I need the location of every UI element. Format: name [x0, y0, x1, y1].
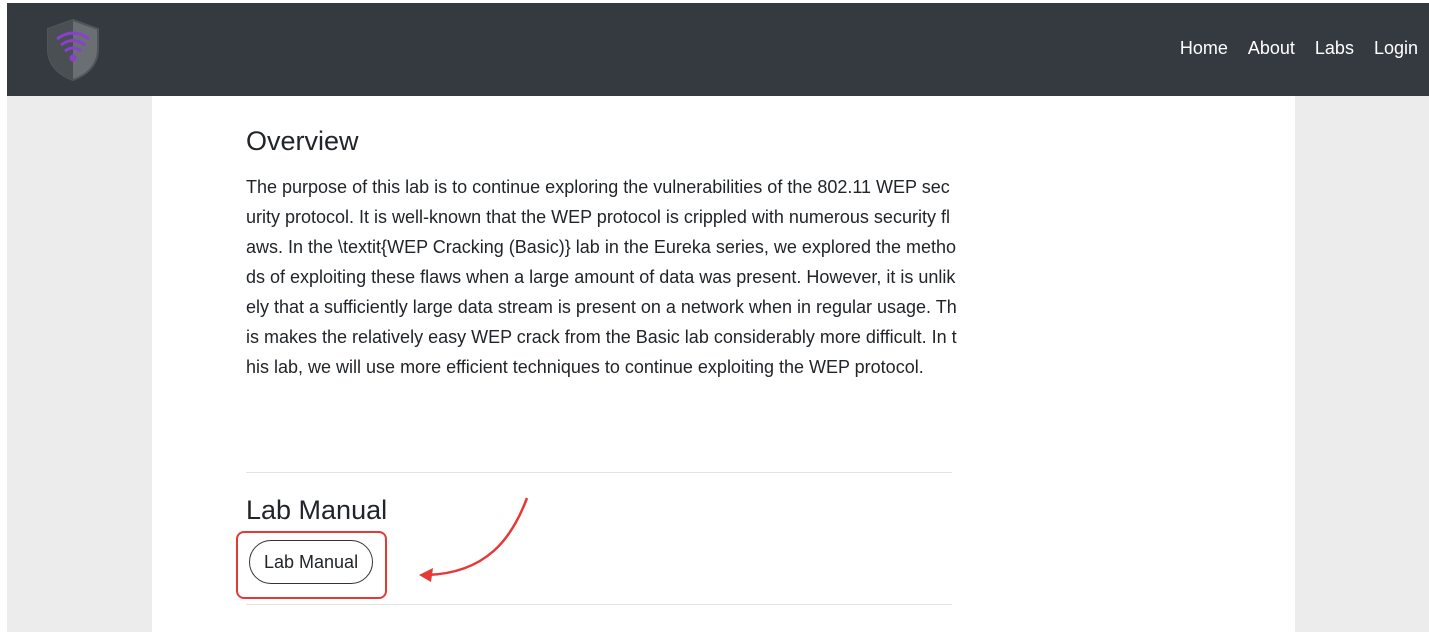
- nav-link-login[interactable]: Login: [1374, 38, 1418, 59]
- nav-link-home[interactable]: Home: [1180, 38, 1228, 59]
- nav-link-about[interactable]: About: [1248, 38, 1295, 59]
- browser-viewport: Home About Labs Login Overview The purpo…: [7, 3, 1429, 632]
- section-divider: [246, 472, 952, 473]
- main-content: Overview The purpose of this lab is to c…: [152, 96, 1295, 632]
- nav-link-labs[interactable]: Labs: [1315, 38, 1354, 59]
- section-divider: [246, 604, 952, 605]
- overview-paragraph: The purpose of this lab is to continue e…: [246, 177, 957, 377]
- nav-links: Home About Labs Login: [1160, 38, 1418, 59]
- lab-manual-button[interactable]: Lab Manual: [249, 540, 374, 584]
- top-navbar: Home About Labs Login: [7, 3, 1429, 96]
- overview-heading: Overview: [246, 126, 359, 156]
- lab-manual-heading: Lab Manual: [246, 495, 388, 525]
- shield-wifi-logo-icon[interactable]: [43, 17, 103, 83]
